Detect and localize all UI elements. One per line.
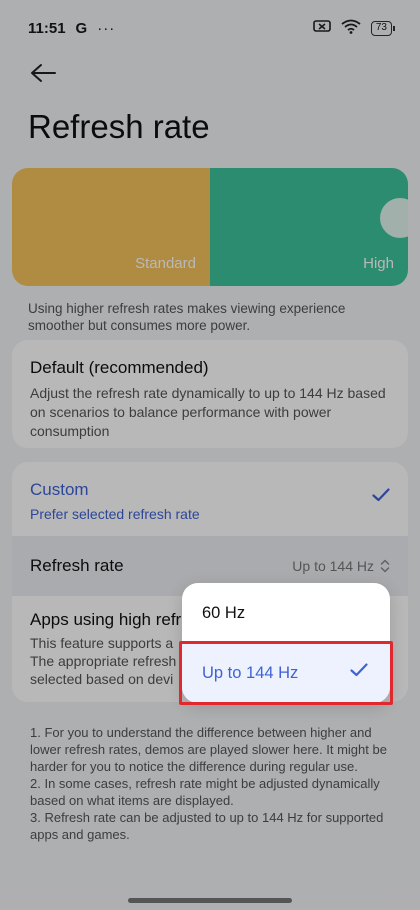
- highlight-annotation: [179, 641, 393, 705]
- home-indicator[interactable]: [128, 898, 292, 903]
- popup-option-label: 60 Hz: [202, 603, 246, 622]
- popup-option-60hz[interactable]: 60 Hz: [182, 583, 390, 643]
- dim-overlay[interactable]: [0, 0, 420, 910]
